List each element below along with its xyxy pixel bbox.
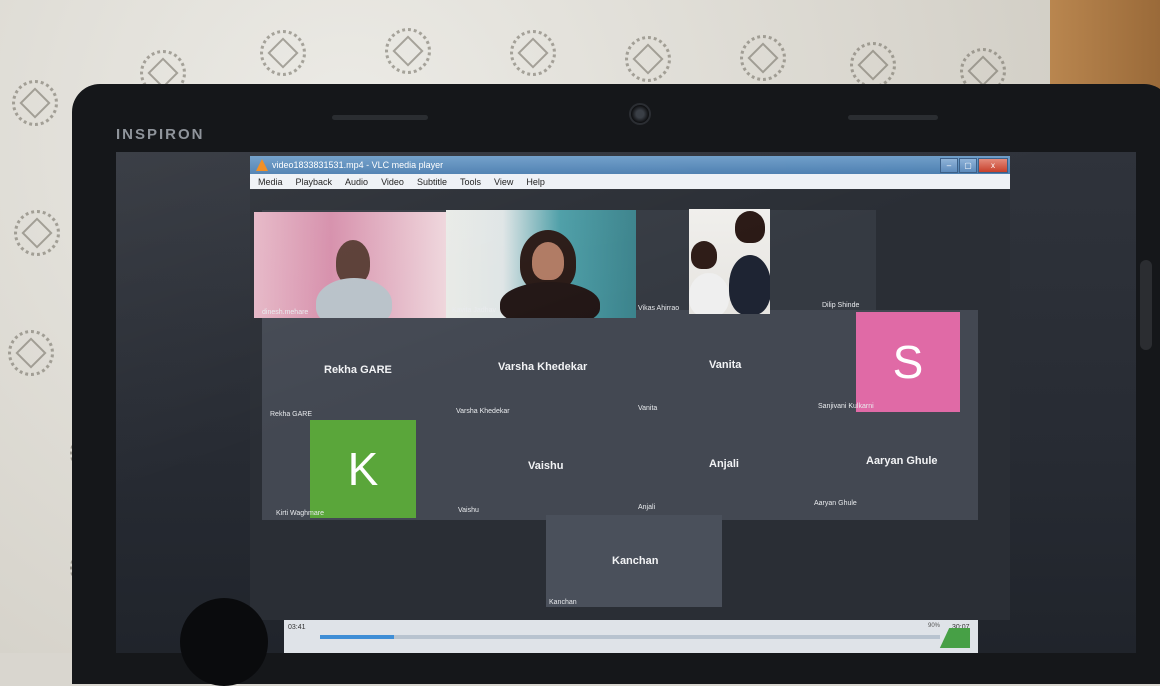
participant-name: Varsha Khedekar: [498, 361, 588, 373]
video-kavita: [446, 210, 636, 318]
minimize-button[interactable]: –: [940, 158, 958, 173]
participant-figure: [500, 282, 600, 318]
cloth-motif: [385, 28, 431, 74]
window-title: video1833831531.mp4 - VLC media player: [272, 160, 444, 170]
maximize-button[interactable]: ▢: [959, 158, 977, 173]
participant-label: Varsha Khedekar: [456, 408, 510, 415]
participant-figure: [316, 278, 392, 318]
participant-name: Rekha GARE: [324, 364, 392, 376]
video-dinesh: [254, 212, 446, 318]
wooden-surface: [1050, 0, 1160, 90]
volume-slider[interactable]: [924, 628, 970, 648]
menu-audio[interactable]: Audio: [345, 177, 368, 187]
seek-bar[interactable]: [320, 635, 940, 639]
window-controls: – ▢ x: [940, 158, 1008, 173]
speaker-slot: [332, 115, 428, 120]
participant-label: Vanita: [638, 405, 658, 412]
camera-reflection: [180, 598, 268, 686]
cloth-motif: [740, 35, 786, 81]
menu-video[interactable]: Video: [381, 177, 404, 187]
elapsed-time: 03:41: [288, 624, 306, 631]
seek-bar-fill: [320, 635, 395, 639]
avatar-k: K: [310, 420, 416, 518]
participant-label: Sanjivani Kulkarni: [818, 403, 874, 410]
participant-label: Vaishu: [458, 507, 479, 514]
participant-label: Vikas Ahirrao: [638, 305, 680, 312]
participant-figure: [729, 255, 770, 314]
laptop-side: [1140, 260, 1152, 350]
menu-view[interactable]: View: [494, 177, 513, 187]
speaker-slot: [848, 115, 938, 120]
laptop-brand: INSPIRON: [116, 126, 205, 143]
menu-help[interactable]: Help: [526, 177, 545, 187]
menu-tools[interactable]: Tools: [460, 177, 481, 187]
cloth-motif: [260, 30, 306, 76]
volume-level: 90%: [928, 623, 941, 629]
vlc-titlebar[interactable]: video1833831531.mp4 - VLC media player –…: [250, 156, 1010, 174]
cloth-motif: [625, 36, 671, 82]
player-controls: 03:41 30:07 90%: [284, 620, 978, 653]
participant-name: Aaryan Ghule: [866, 455, 938, 467]
participant-name: Kanchan: [612, 555, 659, 567]
participant-name: Vaishu: [528, 460, 564, 472]
cloth-motif: [510, 30, 556, 76]
participant-label: Aaryan Ghule: [814, 500, 857, 507]
menu-bar: Media Playback Audio Video Subtitle Tool…: [250, 174, 1010, 189]
avatar-s: S: [856, 312, 960, 412]
participant-name: Anjali: [709, 458, 739, 470]
participant-label: Dilip Shinde: [822, 302, 860, 309]
menu-media[interactable]: Media: [258, 177, 283, 187]
participant-label: Kanchan: [549, 599, 577, 606]
webcam: [629, 103, 651, 125]
cloth-motif: [12, 80, 58, 126]
participant-figure: [532, 242, 564, 280]
participant-figure: [691, 241, 717, 269]
cloth-motif: [14, 210, 60, 256]
close-button[interactable]: x: [978, 158, 1008, 173]
participant-label: dinesh.mehare: [262, 309, 309, 316]
participant-figure: [689, 273, 729, 314]
cloth-motif: [850, 42, 896, 88]
participant-label: Anjali: [638, 504, 656, 511]
participant-figure: [735, 211, 765, 243]
video-vikas: [689, 209, 770, 314]
menu-playback[interactable]: Playback: [296, 177, 333, 187]
participant-label: Kavita Jadhav: [452, 307, 496, 314]
participant-label: Kirti Waghmare: [276, 510, 324, 517]
participant-name: Vanita: [709, 359, 742, 371]
participant-label: Rekha GARE: [270, 411, 313, 418]
cloth-motif: [8, 330, 54, 376]
vlc-cone-icon: [256, 159, 268, 171]
menu-subtitle[interactable]: Subtitle: [417, 177, 447, 187]
